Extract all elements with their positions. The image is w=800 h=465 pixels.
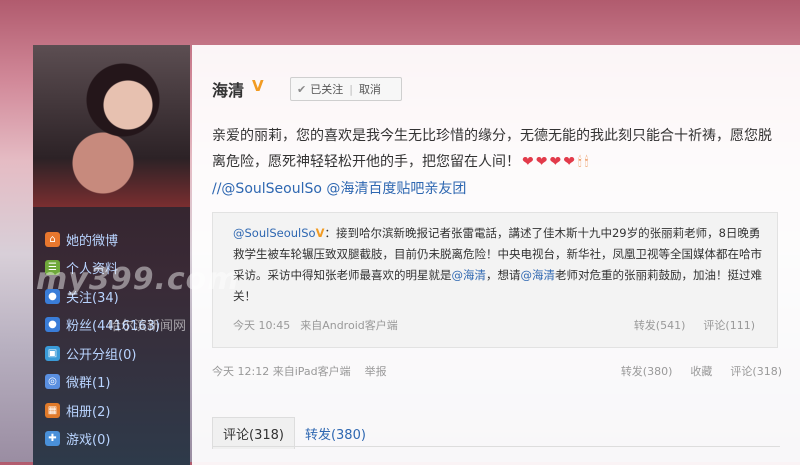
- verified-icon: V: [252, 77, 264, 95]
- repost-comment-button[interactable]: 评论(111): [703, 319, 755, 332]
- weiqun-icon: ◎: [45, 374, 60, 390]
- tab-comments[interactable]: 评论(318): [212, 417, 295, 449]
- sidebar-item-weiqun[interactable]: ◎ 微群(1): [45, 368, 160, 397]
- fans-icon: ●: [45, 317, 60, 333]
- album-icon: ▦: [45, 402, 60, 418]
- comment-button[interactable]: 评论(318): [730, 365, 782, 378]
- repost-forward-button[interactable]: 转发(541): [634, 319, 686, 332]
- report-button[interactable]: 举报: [365, 365, 387, 378]
- profile-avatar[interactable]: [33, 45, 190, 207]
- heart-icon: ❤: [563, 154, 575, 170]
- repost-source[interactable]: 来自Android客户端: [300, 319, 398, 332]
- post-actions: 转发(380) 收藏 评论(318): [603, 363, 782, 379]
- sidebar-nav: ⌂ 她的微博 ☰ 个人资料 ● 关注(34) ● 粉丝(4416163) ▣ 公开分组(0…: [45, 225, 160, 453]
- unfollow-button[interactable]: 取消: [359, 81, 381, 97]
- repost-content: @SoulSeoulSoV：接到哈尔滨新晚报记者张雷電話，講述了佳木斯十九中29…: [233, 223, 763, 307]
- post-meta: 今天 12:12 来自iPad客户端 举报: [212, 363, 387, 379]
- candle-icon: 🕯: [577, 155, 582, 170]
- heart-icon: ❤: [535, 154, 548, 170]
- repost-body: ，想请: [486, 268, 521, 282]
- check-icon: ✔: [297, 82, 307, 96]
- forward-button[interactable]: 转发(380): [621, 365, 673, 378]
- tab-forwards[interactable]: 转发(380): [295, 418, 376, 449]
- mention-link[interactable]: @海清: [452, 268, 487, 282]
- post-content: 亲爱的丽莉，您的喜欢是我今生无比珍惜的缘分，无德无能的我此刻只能合十祈祷，愿您脱…: [212, 123, 772, 202]
- repost-meta: 今天 10:45 来自Android客户端: [233, 317, 398, 333]
- heart-icon: ❤: [522, 154, 534, 170]
- author-name[interactable]: 海清: [212, 77, 244, 101]
- sidebar-item-album[interactable]: ▦ 相册(2): [45, 396, 160, 425]
- divider: |: [349, 82, 353, 96]
- profile-sidebar: ⌂ 她的微博 ☰ 个人资料 ● 关注(34) ● 粉丝(4416163) ▣ 公开分组(0…: [33, 45, 190, 465]
- follow-status: 已关注: [310, 83, 344, 96]
- sidebar-item-games[interactable]: ✚ 游戏(0): [45, 425, 160, 454]
- divider: [212, 446, 780, 447]
- watermark: my399.com: [36, 262, 240, 297]
- mention-link[interactable]: @海清: [521, 268, 556, 282]
- sidebar-item-groups[interactable]: ▣ 公开分组(0): [45, 339, 160, 368]
- candle-icon: 🕯: [584, 155, 589, 170]
- reposted-weibo: @SoulSeoulSoV：接到哈尔滨新晚报记者张雷電話，講述了佳木斯十九中29…: [212, 212, 778, 348]
- post-panel: 海清 V ✔ 已关注 | 取消 亲爱的丽莉，您的喜欢是我今生无比珍惜的缘分，无德…: [192, 45, 800, 465]
- post-time[interactable]: 今天 12:12 来自: [212, 365, 295, 378]
- favorite-button[interactable]: 收藏: [690, 365, 712, 378]
- game-icon: ✚: [45, 431, 60, 447]
- group-icon: ▣: [45, 345, 60, 361]
- post-source[interactable]: iPad客户端: [295, 365, 351, 378]
- mention-link[interactable]: //@SoulSeoulSo: [212, 181, 322, 197]
- comment-tabs: 评论(318) 转发(380): [212, 417, 376, 449]
- repost-time[interactable]: 今天 10:45: [233, 319, 290, 332]
- repost-actions: 转发(541) 评论(111): [616, 317, 755, 333]
- heart-icon: ❤: [549, 154, 562, 170]
- follow-status-box: ✔ 已关注 | 取消: [290, 77, 402, 101]
- repost-author[interactable]: @SoulSeoulSo: [233, 226, 316, 240]
- watermark-subtext: 哈尔滨新闻网: [108, 319, 187, 334]
- post-body: 亲爱的丽莉，您的喜欢是我今生无比珍惜的缘分，无德无能的我此刻只能合十祈祷，愿您脱…: [212, 128, 772, 170]
- mention-link[interactable]: @海清百度贴吧亲友团: [326, 181, 466, 197]
- home-icon: ⌂: [45, 231, 60, 247]
- sidebar-item-weibo[interactable]: ⌂ 她的微博: [45, 225, 160, 254]
